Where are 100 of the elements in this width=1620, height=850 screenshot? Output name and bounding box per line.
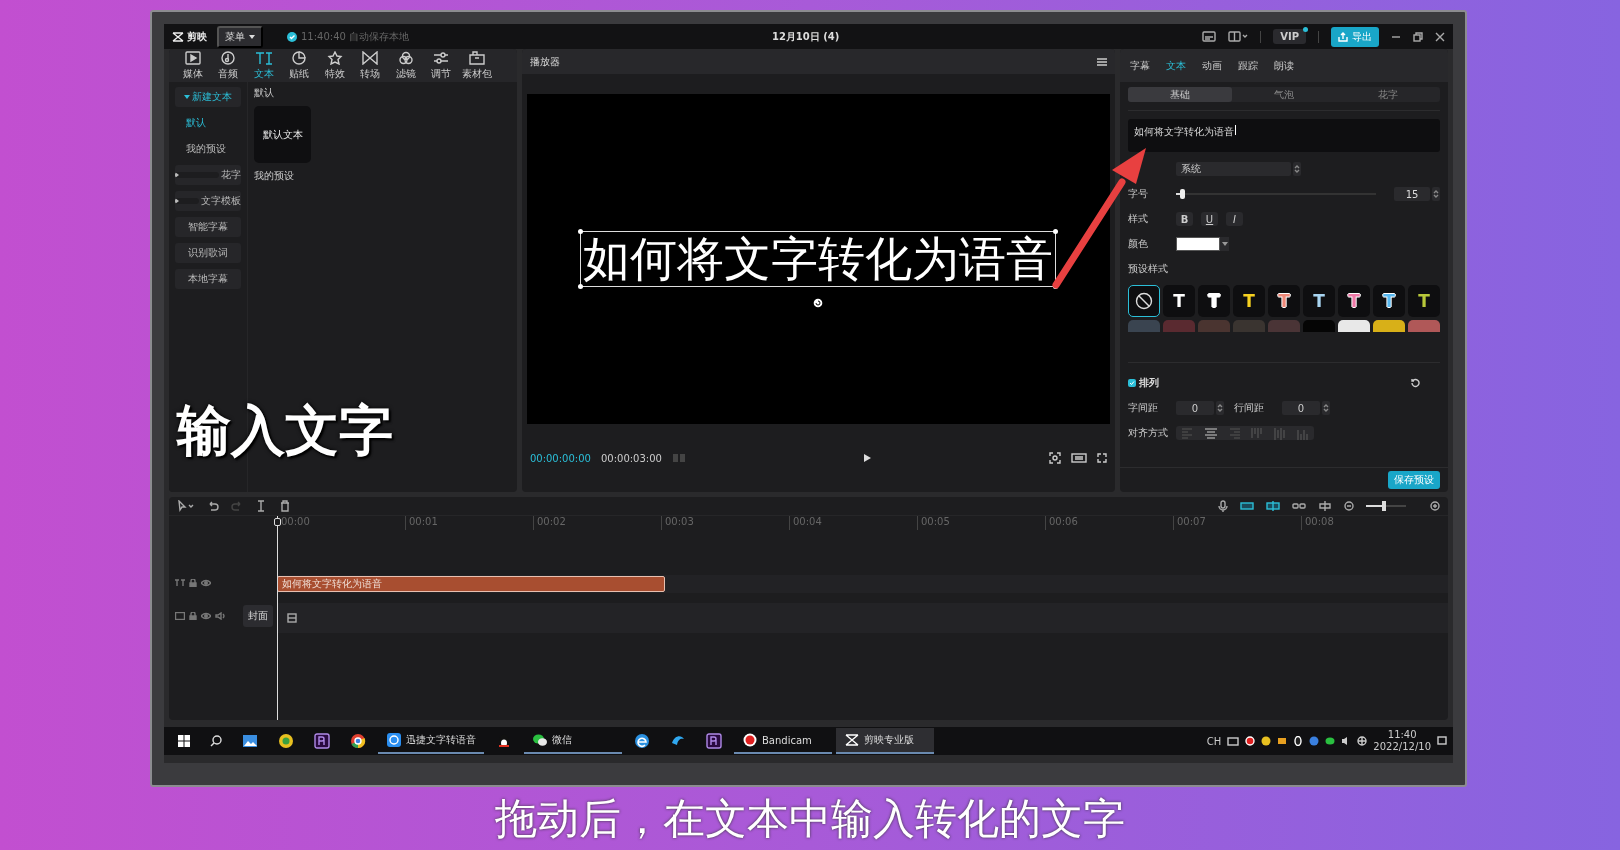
style-preset-tile[interactable]: T xyxy=(1373,285,1406,317)
pointer-icon[interactable] xyxy=(177,500,195,512)
three-circles-icon[interactable] xyxy=(397,50,414,65)
text-input-field[interactable]: 如何将文字转化为语音 xyxy=(1128,119,1440,152)
category-item[interactable]: 本地字幕 xyxy=(175,269,241,289)
style-preset-tile[interactable]: T xyxy=(1233,285,1266,317)
category-item[interactable]: 识别歌词 xyxy=(175,243,241,263)
color-dropdown[interactable] xyxy=(1220,237,1230,251)
vip-badge[interactable]: VIP xyxy=(1273,29,1306,44)
tray-bubble-icon[interactable] xyxy=(1309,736,1320,746)
text-track-icon[interactable] xyxy=(175,579,185,587)
pr-app-icon[interactable] xyxy=(706,733,722,749)
chain-icon[interactable] xyxy=(1292,501,1306,511)
inspector-tab[interactable]: 跟踪 xyxy=(1232,58,1265,73)
inspector-tab[interactable]: 朗读 xyxy=(1268,58,1301,73)
tray-ball-icon[interactable] xyxy=(1261,736,1272,746)
style-preset-tile[interactable]: T xyxy=(1198,285,1231,317)
close-icon[interactable] xyxy=(1435,31,1445,42)
reset-icon[interactable] xyxy=(1410,378,1420,388)
style-preset-tile[interactable]: T xyxy=(1408,285,1441,317)
tray-chat-icon[interactable] xyxy=(1325,736,1336,746)
subtab[interactable]: 花字 xyxy=(1336,87,1440,102)
size-input[interactable]: 15 xyxy=(1394,187,1430,201)
subtab[interactable]: 基础 xyxy=(1128,87,1232,102)
eye-icon[interactable] xyxy=(201,579,211,587)
capcut-logo-icon[interactable] xyxy=(172,31,184,42)
category-item[interactable]: 文字模板 xyxy=(175,191,241,211)
tool-tab[interactable]: 媒体 xyxy=(175,49,211,82)
zoom-in-icon[interactable] xyxy=(1430,501,1440,511)
resize-handle[interactable] xyxy=(1053,229,1059,234)
windows-icon[interactable] xyxy=(178,735,190,747)
chat-bubble-icon[interactable] xyxy=(386,732,402,748)
zoom-out-icon[interactable] xyxy=(1344,501,1354,511)
resize-handle[interactable] xyxy=(578,284,584,289)
undo-icon[interactable] xyxy=(207,500,219,512)
menu-icon[interactable] xyxy=(1097,57,1108,66)
text-tool-icon[interactable] xyxy=(254,50,273,65)
layout-icon[interactable] xyxy=(1228,31,1249,42)
rotate-icon[interactable] xyxy=(813,298,824,308)
tool-tab[interactable]: 音频 xyxy=(210,49,246,82)
tray-folder-icon[interactable] xyxy=(1277,736,1288,746)
taskbar-app[interactable]: Bandicam xyxy=(734,728,832,754)
folder-icon[interactable] xyxy=(468,50,485,65)
sticker-icon[interactable] xyxy=(291,50,308,65)
share-icon[interactable] xyxy=(1338,31,1348,42)
chrome-icon[interactable] xyxy=(350,733,366,749)
arrange-checkbox[interactable] xyxy=(1128,379,1137,387)
text-preset-card[interactable]: 默认文本 xyxy=(254,106,311,163)
record-icon[interactable] xyxy=(742,732,758,748)
spacing-input[interactable]: 0 xyxy=(1176,401,1215,415)
notification-icon[interactable] xyxy=(1437,736,1447,746)
link-clips-icon[interactable] xyxy=(1240,501,1254,511)
lock-icon[interactable] xyxy=(189,612,197,620)
tool-tab[interactable]: 滤镜 xyxy=(388,49,424,82)
style-preset-tile[interactable]: T xyxy=(1163,285,1196,317)
inspector-tab[interactable]: 动画 xyxy=(1196,58,1229,73)
sliders-icon[interactable] xyxy=(433,50,450,65)
category-item[interactable]: 默认 xyxy=(175,113,241,133)
menu-button[interactable]: 菜单 xyxy=(217,25,263,48)
font-select[interactable]: 系统 xyxy=(1176,162,1292,176)
subtab[interactable]: 气泡 xyxy=(1232,87,1336,102)
play-icon[interactable] xyxy=(862,453,873,463)
tray-penguin-icon[interactable] xyxy=(1293,736,1304,746)
bowtie-icon[interactable] xyxy=(362,50,379,65)
taskbar-clock[interactable]: 11:40 2022/12/10 xyxy=(1373,729,1431,753)
star-icon[interactable] xyxy=(326,50,343,65)
tray-record-icon[interactable] xyxy=(1245,736,1256,746)
spacing-input[interactable]: 0 xyxy=(1282,401,1321,415)
fullscreen-icon[interactable] xyxy=(1097,453,1108,463)
no-style-tile[interactable] xyxy=(1128,285,1161,317)
text-clip[interactable]: 如何将文字转化为语音 xyxy=(277,576,665,592)
microphone-icon[interactable] xyxy=(1218,500,1228,512)
category-item[interactable]: 花字 xyxy=(175,165,241,185)
ban-icon[interactable] xyxy=(1135,292,1154,310)
globe-icon[interactable] xyxy=(1357,736,1368,746)
film-icon[interactable] xyxy=(287,613,297,623)
lock-icon[interactable] xyxy=(189,579,197,587)
split-icon[interactable] xyxy=(255,500,267,512)
tool-tab[interactable]: 转场 xyxy=(352,49,388,82)
taskbar-app[interactable]: 微信 xyxy=(524,728,622,754)
pr-app-icon[interactable] xyxy=(314,733,330,749)
cover-button[interactable]: 封面 xyxy=(243,605,273,627)
align-center-icon[interactable] xyxy=(1318,501,1332,511)
style-button[interactable]: U xyxy=(1201,212,1219,226)
edge-icon[interactable] xyxy=(634,733,650,749)
search-icon[interactable] xyxy=(210,735,222,747)
tool-tab[interactable]: 调节 xyxy=(423,49,459,82)
style-button[interactable]: B xyxy=(1176,212,1194,226)
landscape-icon[interactable] xyxy=(242,733,258,749)
style-button[interactable]: I xyxy=(1226,212,1244,226)
fit-screen-icon[interactable] xyxy=(1049,452,1062,464)
capcut-icon[interactable] xyxy=(844,732,860,748)
inspector-tab[interactable]: 文本 xyxy=(1160,58,1193,73)
speaker-icon[interactable] xyxy=(215,612,225,620)
music-note-icon[interactable] xyxy=(220,50,237,65)
keyboard-icon[interactable] xyxy=(1227,736,1240,746)
category-item[interactable]: 智能字幕 xyxy=(175,217,241,237)
tool-tab[interactable]: 特效 xyxy=(317,49,353,82)
tool-tab[interactable]: 贴纸 xyxy=(281,49,317,82)
tool-tab[interactable]: 文本 xyxy=(246,49,282,82)
